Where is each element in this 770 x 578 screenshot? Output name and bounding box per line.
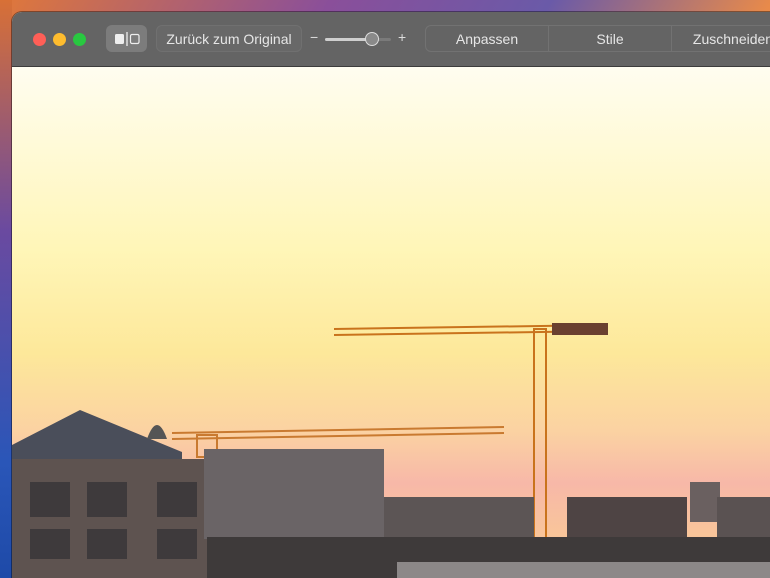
tab-crop[interactable]: Zuschneiden — [672, 26, 770, 51]
zoom-out-icon[interactable]: − — [310, 29, 318, 45]
photo-preview — [12, 67, 770, 578]
photos-edit-window: Zurück zum Original − + Anpassen Stile Z… — [12, 12, 770, 578]
tab-adjust[interactable]: Anpassen — [426, 26, 549, 51]
zoom-in-icon[interactable]: + — [398, 29, 406, 45]
fullscreen-button[interactable] — [73, 33, 86, 46]
split-compare-icon — [114, 31, 140, 46]
revert-to-original-button[interactable]: Zurück zum Original — [156, 25, 302, 52]
zoom-slider[interactable]: − + — [310, 29, 410, 47]
minimize-button[interactable] — [53, 33, 66, 46]
toolbar: Zurück zum Original − + Anpassen Stile Z… — [12, 12, 770, 67]
edit-mode-tabs: Anpassen Stile Zuschneiden — [425, 25, 770, 52]
desktop-wallpaper — [0, 0, 12, 578]
zoom-slider-knob[interactable] — [365, 32, 379, 46]
close-button[interactable] — [33, 33, 46, 46]
tab-styles[interactable]: Stile — [549, 26, 672, 51]
compare-button[interactable] — [106, 25, 147, 52]
